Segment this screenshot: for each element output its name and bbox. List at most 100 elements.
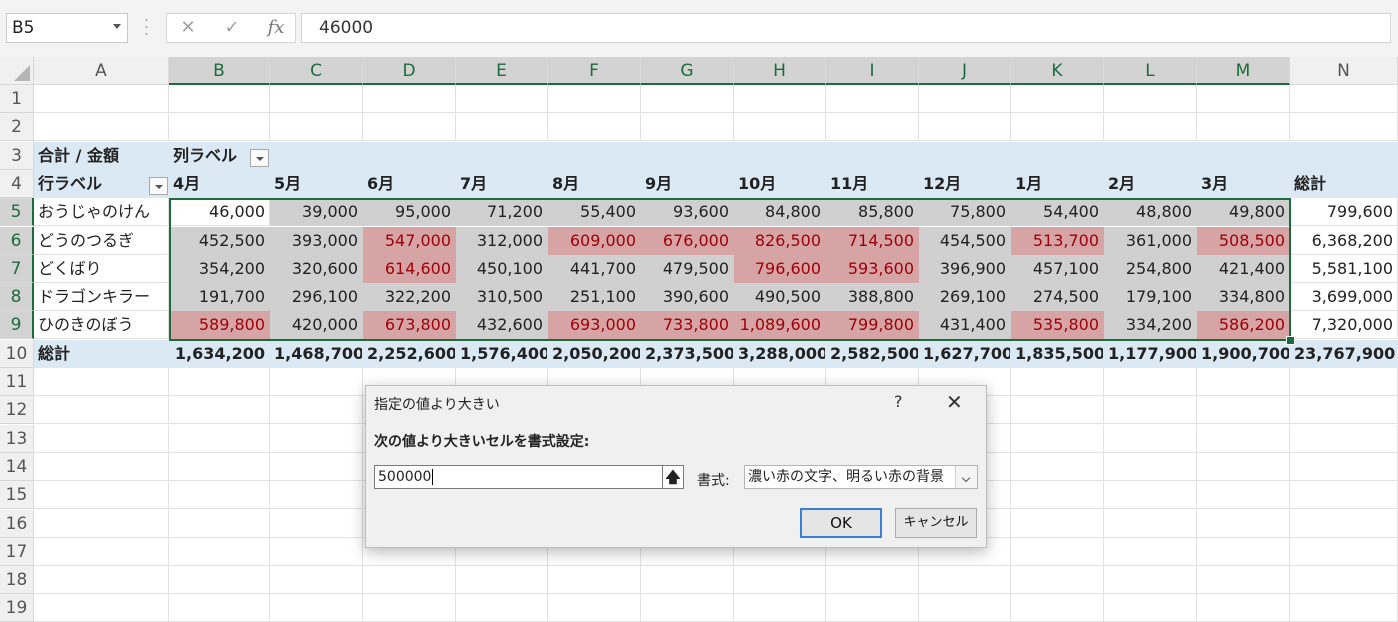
value-cell[interactable]: 441,700: [548, 255, 641, 283]
column-header-n[interactable]: N: [1290, 57, 1398, 85]
row-header-3[interactable]: 3: [0, 142, 34, 170]
value-cell[interactable]: 799,800: [826, 311, 919, 339]
value-cell[interactable]: 55,400: [548, 198, 641, 226]
pivot-header-cell[interactable]: [1290, 142, 1398, 170]
row-header-19[interactable]: 19: [0, 594, 34, 622]
value-cell[interactable]: 251,100: [548, 283, 641, 311]
cell[interactable]: [1104, 510, 1197, 538]
cell[interactable]: [169, 481, 270, 509]
cell[interactable]: [919, 594, 1011, 622]
value-cell[interactable]: 354,200: [169, 255, 270, 283]
column-header-a[interactable]: A: [34, 57, 169, 85]
value-cell[interactable]: 95,000: [363, 198, 456, 226]
cell[interactable]: [169, 425, 270, 453]
cell[interactable]: [1197, 481, 1290, 509]
chevron-down-icon[interactable]: [955, 466, 977, 488]
cell[interactable]: [34, 425, 169, 453]
row-header-4[interactable]: 4: [0, 170, 34, 198]
cell[interactable]: [734, 594, 826, 622]
column-header-f[interactable]: F: [548, 57, 641, 85]
cell[interactable]: [456, 566, 548, 594]
value-cell[interactable]: 454,500: [919, 227, 1011, 255]
cell[interactable]: [1011, 566, 1104, 594]
column-header-e[interactable]: E: [456, 57, 548, 85]
column-total-cell[interactable]: 1,576,400: [456, 340, 548, 368]
value-cell[interactable]: 676,000: [641, 227, 734, 255]
column-header-g[interactable]: G: [641, 57, 734, 85]
pivot-header-cell[interactable]: [363, 142, 456, 170]
cell[interactable]: [641, 113, 734, 141]
column-header-m[interactable]: M: [1197, 57, 1290, 85]
fill-handle[interactable]: [1286, 336, 1295, 345]
cell[interactable]: [169, 85, 270, 113]
value-cell[interactable]: 296,100: [270, 283, 363, 311]
cell[interactable]: [1197, 594, 1290, 622]
cell[interactable]: [641, 566, 734, 594]
pivot-header-cell[interactable]: [1197, 142, 1290, 170]
cell[interactable]: [548, 594, 641, 622]
row-header-2[interactable]: 2: [0, 113, 34, 141]
cell[interactable]: [1104, 85, 1197, 113]
row-total-cell[interactable]: 7,320,000: [1290, 311, 1398, 339]
cell[interactable]: [1197, 113, 1290, 141]
cell[interactable]: [1011, 538, 1104, 566]
row-total-cell[interactable]: 799,600: [1290, 198, 1398, 226]
row-total-cell[interactable]: 3,699,000: [1290, 283, 1398, 311]
cell[interactable]: [270, 481, 363, 509]
cell[interactable]: [1290, 594, 1398, 622]
column-header-k[interactable]: K: [1011, 57, 1104, 85]
cell[interactable]: [548, 85, 641, 113]
row-header-7[interactable]: 7: [0, 255, 34, 283]
cell[interactable]: [734, 113, 826, 141]
month-header[interactable]: 3月: [1197, 170, 1290, 198]
cell[interactable]: [1104, 113, 1197, 141]
cell[interactable]: [456, 85, 548, 113]
cell[interactable]: [34, 566, 169, 594]
value-cell[interactable]: 1,089,600: [734, 311, 826, 339]
row-header-10[interactable]: 10: [0, 340, 34, 368]
cell[interactable]: [34, 85, 169, 113]
cell[interactable]: [169, 538, 270, 566]
cell[interactable]: [1104, 594, 1197, 622]
row-total-cell[interactable]: 5,581,100: [1290, 255, 1398, 283]
cell[interactable]: [270, 594, 363, 622]
cell[interactable]: [34, 481, 169, 509]
cell[interactable]: [270, 368, 363, 396]
cell[interactable]: [641, 85, 734, 113]
pivot-header-cell[interactable]: [270, 142, 363, 170]
column-total-cell[interactable]: 2,582,500: [826, 340, 919, 368]
cell[interactable]: [169, 566, 270, 594]
cell[interactable]: [1290, 396, 1398, 424]
value-cell[interactable]: 269,100: [919, 283, 1011, 311]
row-item-label[interactable]: ドラゴンキラー: [34, 283, 169, 311]
column-total-cell[interactable]: 1,177,900: [1104, 340, 1197, 368]
value-cell[interactable]: 589,800: [169, 311, 270, 339]
cell[interactable]: [1104, 566, 1197, 594]
cell[interactable]: [34, 453, 169, 481]
month-header[interactable]: 5月: [270, 170, 363, 198]
value-cell[interactable]: 450,100: [456, 255, 548, 283]
month-header[interactable]: 6月: [363, 170, 456, 198]
column-filter-button[interactable]: [250, 149, 269, 167]
column-total-cell[interactable]: 3,288,000: [734, 340, 826, 368]
value-cell[interactable]: 673,800: [363, 311, 456, 339]
cell[interactable]: [270, 538, 363, 566]
value-cell[interactable]: 310,500: [456, 283, 548, 311]
cell[interactable]: [363, 594, 456, 622]
cell[interactable]: [1197, 453, 1290, 481]
value-cell[interactable]: 535,800: [1011, 311, 1104, 339]
grand-total-value[interactable]: 23,767,900: [1290, 340, 1398, 368]
name-box[interactable]: B5: [6, 13, 128, 43]
value-cell[interactable]: 48,800: [1104, 198, 1197, 226]
cell[interactable]: [1197, 538, 1290, 566]
cell[interactable]: [1011, 396, 1104, 424]
value-cell[interactable]: 191,700: [169, 283, 270, 311]
pivot-header-cell[interactable]: [548, 142, 641, 170]
value-cell[interactable]: 513,700: [1011, 227, 1104, 255]
cell[interactable]: [169, 396, 270, 424]
cell[interactable]: [363, 566, 456, 594]
cell[interactable]: [1290, 510, 1398, 538]
pivot-header-cell[interactable]: [734, 142, 826, 170]
row-header-6[interactable]: 6: [0, 227, 34, 255]
row-filter-button[interactable]: [149, 177, 168, 195]
